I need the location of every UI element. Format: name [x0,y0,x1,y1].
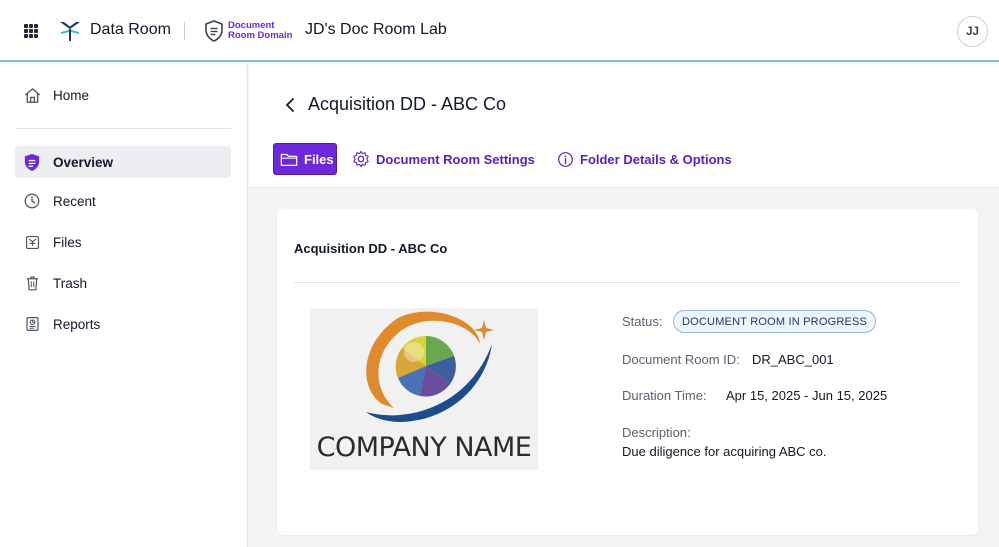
description-value: Due diligence for acquiring ABC co. [622,444,827,459]
description-label: Description: [622,425,691,440]
trash-icon [22,273,42,293]
top-header: Data Room Document Room Domain JD's Doc … [0,0,999,62]
document-room-domain-label[interactable]: Document Room Domain [228,21,292,41]
tab-label: Files [304,151,334,167]
home-icon [22,85,42,105]
sidebar-item-files[interactable]: Files [15,226,231,258]
reports-icon [22,314,42,334]
tab-folder-details-options[interactable]: Folder Details & Options [556,143,732,175]
sidebar-item-label: Recent [53,193,96,209]
sidebar-item-label: Trash [53,275,88,291]
sidebar-item-label: Overview [53,154,114,170]
sidebar-item-overview[interactable]: Overview [15,146,231,178]
data-room-logo-icon [60,22,80,41]
room-title: JD's Doc Room Lab [305,21,447,38]
tab-label: Document Room Settings [376,151,535,167]
app-grid-icon[interactable] [24,24,38,38]
folder-icon [280,150,298,168]
status-label: Status: [622,314,663,329]
chevron-left-icon [286,98,294,112]
tab-files[interactable]: Files [273,143,337,175]
gear-icon [352,150,370,168]
user-avatar[interactable]: JJ [957,16,988,47]
sidebar-item-label: Files [53,234,82,250]
sidebar-item-trash[interactable]: Trash [15,267,231,299]
page-title: Acquisition DD - ABC Co [308,94,507,114]
shield-icon [22,152,42,172]
duration-label: Duration Time: [622,388,707,403]
room-id-value: DR_ABC_001 [752,352,834,367]
sidebar-item-home[interactable]: Home [15,79,231,111]
clock-icon [22,191,42,211]
tab-label: Folder Details & Options [580,151,732,167]
files-icon [22,232,42,252]
document-room-domain-icon [205,20,223,42]
card-title: Acquisition DD - ABC Co [294,241,448,256]
sidebar-item-label: Home [53,87,90,103]
info-icon [556,150,574,168]
sidebar-item-reports[interactable]: Reports [15,308,231,340]
sidebar-item-label: Reports [53,316,101,332]
company-logo-icon [366,311,494,422]
header-divider [184,22,185,40]
sidebar-item-recent[interactable]: Recent [15,185,231,217]
card-divider [294,282,960,283]
room-id-label: Document Room ID: [622,352,740,367]
sidebar-divider [15,128,231,129]
tab-document-room-settings[interactable]: Document Room Settings [352,143,535,175]
status-badge: DOCUMENT ROOM IN PROGRESS [673,310,877,333]
company-logo-image: COMPANY NAME [310,308,538,470]
company-name-logo-text: COMPANY NAME [316,432,532,463]
back-button[interactable] [283,96,297,114]
sidebar [0,64,248,547]
duration-value: Apr 15, 2025 - Jun 15, 2025 [726,388,888,403]
brand-name[interactable]: Data Room [90,21,171,39]
